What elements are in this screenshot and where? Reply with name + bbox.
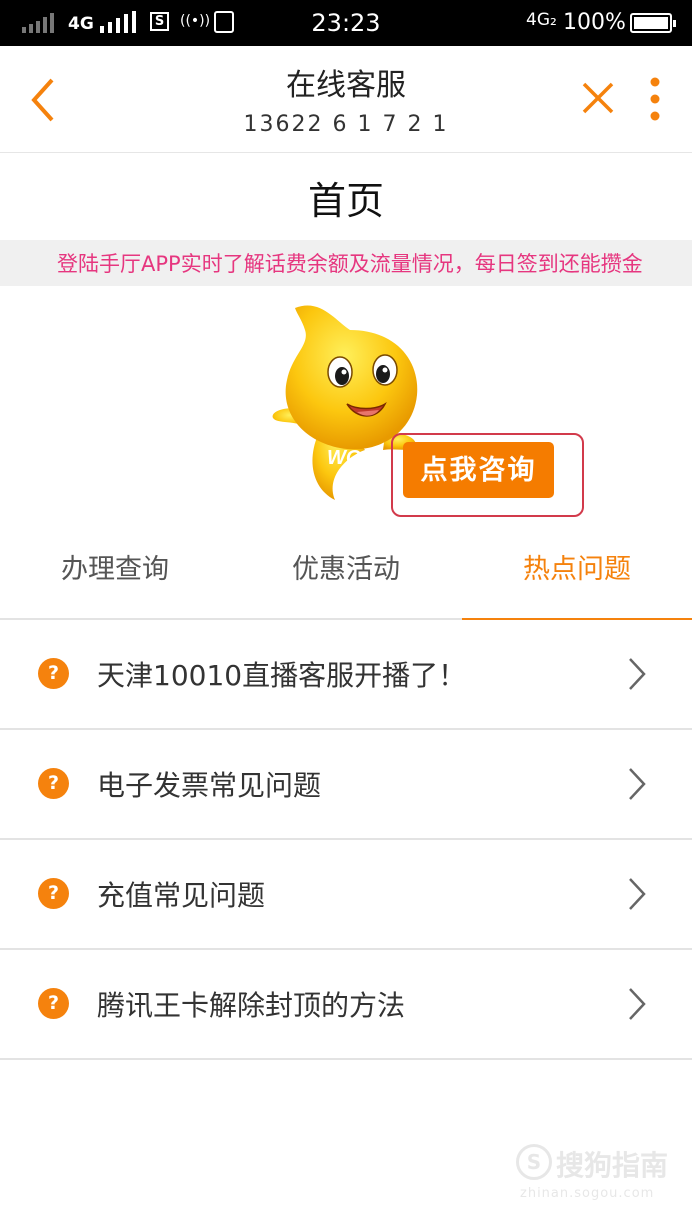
- sogou-watermark: S 搜狗指南 zhinan.sogou.com: [516, 1142, 676, 1206]
- battery-icon: [630, 13, 676, 33]
- list-item[interactable]: ? 电子发票常见问题: [0, 730, 692, 840]
- list-item-label: 电子发票常见问题: [97, 769, 322, 802]
- list-item[interactable]: ? 腾讯王卡解除封顶的方法: [0, 950, 692, 1060]
- tab-query[interactable]: 办理查询: [0, 540, 230, 618]
- list-item-label: 充值常见问题: [97, 879, 266, 912]
- marquee-text: 登陆手厅APP实时了解话费余额及流量情况，每日签到还能攒金: [57, 252, 643, 276]
- chevron-right-icon: [629, 768, 646, 800]
- chevron-right-icon: [629, 988, 646, 1020]
- chevron-right-icon: [629, 878, 646, 910]
- faq-list: ? 天津10010直播客服开播了！ ? 电子发票常见问题 ? 充值常见问题 ? …: [0, 620, 692, 1060]
- network-type-2: 4G₂: [526, 10, 557, 30]
- close-icon[interactable]: [580, 80, 616, 116]
- watermark-url: zhinan.sogou.com: [520, 1186, 655, 1201]
- battery-percent: 100%: [563, 10, 626, 35]
- question-icon: ?: [38, 768, 69, 799]
- list-item-label: 腾讯王卡解除封顶的方法: [97, 989, 406, 1022]
- section-heading: 首页: [307, 179, 384, 223]
- question-icon: ?: [38, 658, 69, 689]
- question-icon: ?: [38, 988, 69, 1019]
- tab-hot-questions[interactable]: 热点问题: [462, 540, 692, 620]
- tab-promotions[interactable]: 优惠活动: [231, 540, 461, 618]
- tab-bar: 办理查询 优惠活动 热点问题: [0, 540, 692, 620]
- title-bar: 在线客服 13622 6 1 7 2 1: [0, 46, 692, 153]
- sogou-logo-icon: S: [516, 1144, 552, 1180]
- more-icon[interactable]: [640, 76, 670, 122]
- list-item-label: 天津10010直播客服开播了！: [97, 659, 467, 692]
- list-item[interactable]: ? 充值常见问题: [0, 840, 692, 950]
- watermark-text: 搜狗指南: [556, 1149, 669, 1182]
- consult-button[interactable]: 点我咨询: [403, 442, 554, 498]
- wo-logo-text: WO: [327, 447, 362, 469]
- list-item[interactable]: ? 天津10010直播客服开播了！: [0, 620, 692, 730]
- chevron-right-icon: [629, 658, 646, 690]
- announcement-marquee[interactable]: 登陆手厅APP实时了解话费余额及流量情况，每日签到还能攒金: [0, 240, 692, 286]
- question-icon: ?: [38, 878, 69, 909]
- status-bar: 4G S ((•)) 23:23 4G₂ 100%: [0, 0, 692, 46]
